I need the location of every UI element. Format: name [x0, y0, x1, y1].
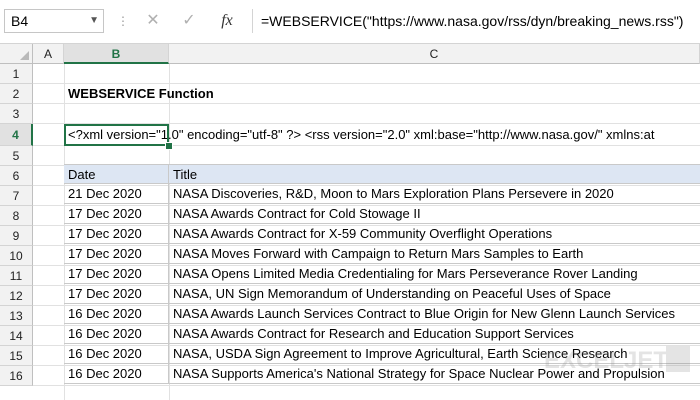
table-header-row: Date Title [64, 164, 700, 184]
row-header-2[interactable]: 2 [0, 84, 33, 104]
column-header-a[interactable]: A [33, 44, 64, 64]
date-cell[interactable]: 16 Dec 2020 [64, 324, 169, 343]
row-header-12[interactable]: 12 [0, 286, 33, 306]
title-cell[interactable]: NASA Awards Contract for Research and Ed… [169, 324, 700, 343]
row-header-14[interactable]: 14 [0, 326, 33, 346]
insert-function-icon[interactable]: fx [214, 9, 240, 33]
date-cell[interactable]: 16 Dec 2020 [64, 304, 169, 323]
title-cell[interactable]: NASA Awards Contract for X-59 Community … [169, 224, 700, 243]
row-header-4[interactable]: 4 [0, 124, 33, 146]
title-cell[interactable]: NASA Awards Launch Services Contract to … [169, 304, 700, 323]
date-cell[interactable]: 17 Dec 2020 [64, 284, 169, 303]
header-title[interactable]: Title [169, 165, 700, 184]
title-cell[interactable]: NASA, USDA Sign Agreement to Improve Agr… [169, 344, 700, 363]
table-row: 17 Dec 2020 NASA Awards Contract for X-59… [64, 224, 700, 244]
header-date[interactable]: Date [64, 165, 169, 184]
date-cell[interactable]: 17 Dec 2020 [64, 224, 169, 243]
column-header-b[interactable]: B [64, 44, 169, 64]
date-cell[interactable]: 16 Dec 2020 [64, 364, 169, 383]
table-row: 16 Dec 2020 NASA Awards Launch Services C… [64, 304, 700, 324]
table-row: 17 Dec 2020 NASA Moves Forward with Campa… [64, 244, 700, 264]
title-cell[interactable]: NASA Supports America's National Strateg… [169, 364, 700, 383]
chevron-down-icon[interactable]: ▼ [89, 10, 99, 32]
enter-icon[interactable]: ✓ [176, 9, 202, 33]
column-header-c[interactable]: C [169, 44, 700, 64]
name-box[interactable]: B4 ▼ [4, 9, 104, 33]
row-header-13[interactable]: 13 [0, 306, 33, 326]
title-cell[interactable]: NASA Discoveries, R&D, Moon to Mars Expl… [169, 184, 700, 203]
cancel-icon[interactable]: ✕ [140, 9, 166, 33]
fill-handle[interactable] [165, 142, 173, 150]
formula-bar-grip-icon[interactable]: ⋮ [117, 14, 130, 28]
table-row: 16 Dec 2020 NASA Supports America's Natio… [64, 364, 700, 384]
row-header-9[interactable]: 9 [0, 226, 33, 246]
active-cell-b4[interactable] [64, 124, 169, 146]
date-cell[interactable]: 17 Dec 2020 [64, 264, 169, 283]
row-header-7[interactable]: 7 [0, 186, 33, 206]
sheet-title[interactable]: WEBSERVICE Function [64, 84, 364, 104]
row-header-8[interactable]: 8 [0, 206, 33, 226]
table-row: 17 Dec 2020 NASA Opens Limited Media Cred… [64, 264, 700, 284]
row-header-5[interactable]: 5 [0, 146, 33, 166]
row-header-1[interactable]: 1 [0, 64, 33, 84]
row-header-16[interactable]: 16 [0, 366, 33, 386]
row-header-6[interactable]: 6 [0, 166, 33, 186]
formula-bar: B4 ▼ ⋮ ✕ ✓ fx =WEBSERVICE("https://www.n… [0, 0, 700, 44]
formula-bar-buttons: ✕ ✓ fx [140, 9, 246, 33]
title-cell[interactable]: NASA, UN Sign Memorandum of Understandin… [169, 284, 700, 303]
table-row: 21 Dec 2020 NASA Discoveries, R&D, Moon t… [64, 184, 700, 204]
table-row: 17 Dec 2020 NASA, UN Sign Memorandum of U… [64, 284, 700, 304]
title-cell[interactable]: NASA Moves Forward with Campaign to Retu… [169, 244, 700, 263]
grid-line [33, 385, 700, 386]
table-row: 16 Dec 2020 NASA Awards Contract for Rese… [64, 324, 700, 344]
formula-input[interactable]: =WEBSERVICE("https://www.nasa.gov/rss/dy… [252, 9, 700, 33]
row-header-11[interactable]: 11 [0, 266, 33, 286]
title-cell[interactable]: NASA Awards Contract for Cold Stowage II [169, 204, 700, 223]
date-cell[interactable]: 21 Dec 2020 [64, 184, 169, 203]
row-header-10[interactable]: 10 [0, 246, 33, 266]
table-row: 16 Dec 2020 NASA, USDA Sign Agreement to … [64, 344, 700, 364]
row-header-3[interactable]: 3 [0, 104, 33, 124]
select-all-corner[interactable] [0, 44, 33, 64]
row-header-15[interactable]: 15 [0, 346, 33, 366]
name-box-value: B4 [11, 13, 29, 29]
date-cell[interactable]: 16 Dec 2020 [64, 344, 169, 363]
date-cell[interactable]: 17 Dec 2020 [64, 204, 169, 223]
table-row: 17 Dec 2020 NASA Awards Contract for Cold… [64, 204, 700, 224]
date-cell[interactable]: 17 Dec 2020 [64, 244, 169, 263]
title-cell[interactable]: NASA Opens Limited Media Credentialing f… [169, 264, 700, 283]
